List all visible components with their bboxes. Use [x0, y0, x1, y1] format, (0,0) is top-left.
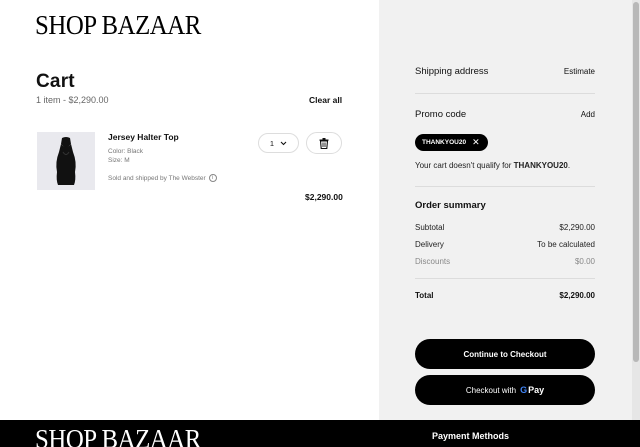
divider — [415, 278, 595, 279]
shipping-row: Shipping address Estimate — [415, 66, 595, 77]
remove-item-button[interactable] — [306, 132, 342, 154]
product-color: Color: Black — [108, 148, 144, 155]
cart-title: Cart — [36, 71, 75, 92]
order-summary-title: Order summary — [415, 200, 486, 211]
clear-all-button[interactable]: Clear all — [309, 95, 342, 105]
sold-by-text: Sold and shipped by The Webster — [108, 174, 206, 182]
close-icon[interactable]: ✕ — [472, 138, 480, 147]
delivery-value: To be calculated — [537, 240, 595, 249]
discounts-row: Discounts $0.00 — [415, 257, 595, 266]
promo-row: Promo code Add — [415, 109, 595, 120]
footer: SHOP BAZAAR Payment Methods — [0, 420, 640, 447]
shipping-label: Shipping address — [415, 66, 489, 77]
subtotal-row: Subtotal $2,290.00 — [415, 223, 595, 232]
subtotal-value: $2,290.00 — [559, 223, 595, 232]
product-size: Size: M — [108, 157, 130, 164]
divider — [415, 93, 595, 94]
cart-panel: SHOP BAZAAR Cart 1 item - $2,290.00 Clea… — [0, 0, 379, 420]
chevron-down-icon — [280, 141, 287, 145]
google-pay-button[interactable]: Checkout with G Pay — [415, 375, 595, 405]
promo-label: Promo code — [415, 109, 467, 120]
info-icon[interactable]: i — [208, 174, 217, 182]
sold-by-info: Sold and shipped by The Webster i — [108, 174, 217, 182]
halter-top-image — [37, 132, 95, 190]
promo-message-code: THANKYOU20 — [513, 161, 568, 170]
discounts-label: Discounts — [415, 257, 451, 266]
quantity-select[interactable]: 1 — [258, 133, 299, 153]
estimate-button[interactable]: Estimate — [564, 67, 595, 76]
google-g-icon: G — [520, 385, 528, 395]
promo-chip-code: THANKYOU20 — [422, 139, 467, 146]
scrollbar[interactable] — [632, 0, 640, 420]
promo-message-text: Your cart doesn't qualify for — [415, 161, 514, 170]
product-image[interactable] — [37, 132, 95, 190]
item-price: $2,290.00 — [305, 192, 343, 202]
google-pay-logo: G Pay — [520, 385, 544, 395]
quantity-value: 1 — [269, 138, 275, 148]
continue-to-checkout-button[interactable]: Continue to Checkout — [415, 339, 595, 369]
promo-message-suffix: . — [567, 161, 571, 170]
scrollbar-thumb[interactable] — [633, 2, 639, 362]
gpay-pay-text: Pay — [528, 385, 545, 395]
total-value: $2,290.00 — [559, 291, 595, 300]
promo-chip[interactable]: THANKYOU20 ✕ — [415, 134, 488, 151]
subtotal-label: Subtotal — [415, 223, 445, 232]
total-row: Total $2,290.00 — [415, 291, 595, 300]
gpay-prefix: Checkout with — [465, 385, 517, 395]
trash-icon — [319, 137, 329, 149]
delivery-row: Delivery To be calculated — [415, 240, 595, 249]
promo-message: Your cart doesn't qualify for THANKYOU20… — [415, 161, 570, 170]
divider — [415, 186, 595, 187]
product-name[interactable]: Jersey Halter Top — [108, 132, 179, 142]
brand-logo[interactable]: SHOP BAZAAR — [35, 10, 201, 41]
add-promo-button[interactable]: Add — [581, 110, 595, 119]
discounts-value: $0.00 — [574, 257, 595, 266]
footer-logo[interactable]: SHOP BAZAAR — [35, 424, 201, 447]
delivery-label: Delivery — [415, 240, 444, 249]
total-label: Total — [415, 291, 434, 300]
payment-methods-heading: Payment Methods — [432, 431, 510, 441]
cart-item-count: 1 item - $2,290.00 — [36, 95, 109, 105]
